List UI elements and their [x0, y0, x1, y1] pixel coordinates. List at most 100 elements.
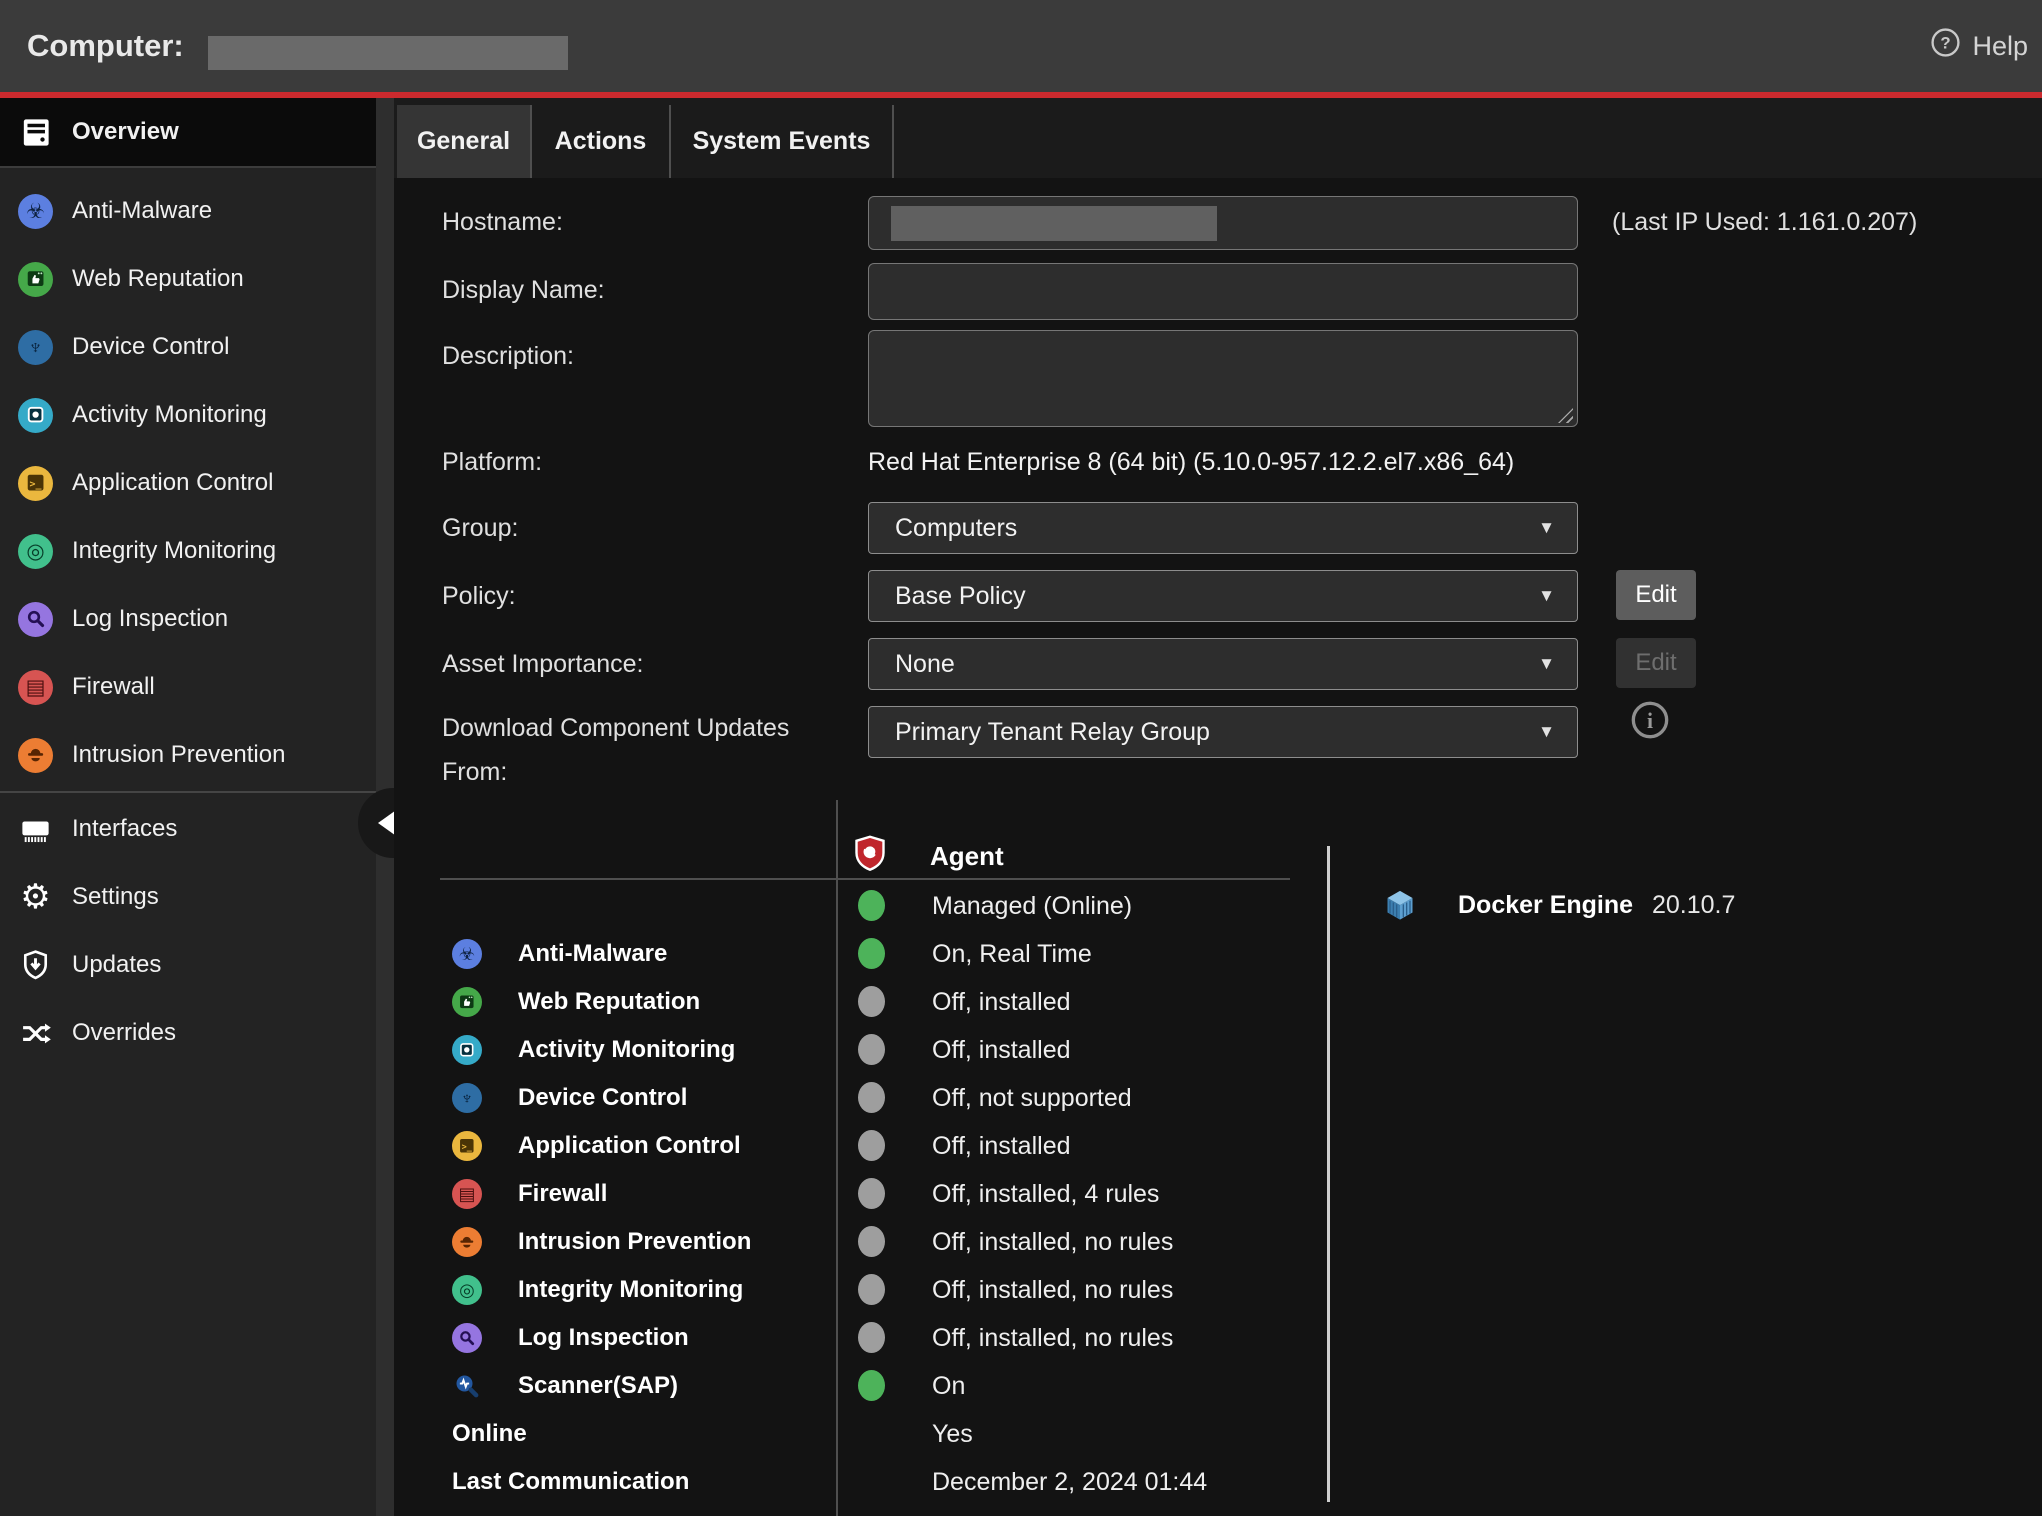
status-value: December 2, 2024 01:44 — [932, 1458, 1207, 1506]
status-dot-gray — [858, 1322, 885, 1353]
status-value: Off, installed — [932, 1122, 1071, 1170]
display-name-label: Display Name: — [442, 276, 605, 305]
integrity-monitoring-icon: ◎ — [452, 1275, 482, 1305]
sidebar-item-log-inspection[interactable]: Log Inspection — [0, 585, 376, 653]
status-dot-green — [858, 1370, 885, 1401]
sidebar-item-updates[interactable]: Updates — [0, 931, 376, 999]
sidebar-item-label: Anti-Malware — [72, 197, 212, 225]
info-icon[interactable]: i — [1630, 700, 1670, 740]
group-select[interactable]: Computers ▼ — [868, 502, 1578, 554]
sidebar-item-overview[interactable]: Overview — [0, 98, 376, 168]
sidebar-item-anti-malware[interactable]: ☣ Anti-Malware — [0, 177, 376, 245]
sidebar-item-intrusion-prevention[interactable]: Intrusion Prevention — [0, 721, 376, 789]
agent-status-row-scanner-sap: Scanner(SAP)On — [394, 1362, 1327, 1410]
module-label: Scanner(SAP) — [518, 1362, 678, 1410]
docker-engine-version: 20.10.7 — [1652, 888, 1735, 922]
sidebar-item-label: Overview — [72, 118, 179, 146]
module-label: Last Communication — [452, 1458, 689, 1506]
computer-details-window: Computer: ? Help Overview☣Anti-MalwareWe… — [0, 0, 2042, 1516]
sidebar-item-label: Settings — [72, 883, 159, 911]
group-label: Group: — [442, 514, 518, 543]
general-tab-content: Hostname: (Last IP Used: 1.161.0.207) Di… — [394, 178, 2042, 1516]
svg-text:i: i — [1647, 709, 1653, 733]
last-ip-used: (Last IP Used: 1.161.0.207) — [1612, 208, 1917, 237]
edit-policy-button[interactable]: Edit — [1616, 570, 1696, 620]
agent-status-row-activity-monitoring: Activity MonitoringOff, installed — [394, 1026, 1327, 1074]
status-dot-gray — [858, 986, 885, 1017]
status-value: Managed (Online) — [932, 882, 1132, 930]
status-value: Off, installed, 4 rules — [932, 1170, 1159, 1218]
agent-status-row-intrusion-prevention: Intrusion PreventionOff, installed, no r… — [394, 1218, 1327, 1266]
module-label: Intrusion Prevention — [518, 1218, 751, 1266]
status-value: Off, installed — [932, 978, 1071, 1026]
agent-column-header: Agent — [930, 840, 1004, 872]
anti-malware-icon: ☣ — [18, 194, 53, 229]
log-inspection-icon — [18, 602, 53, 637]
anti-malware-icon: ☣ — [452, 939, 482, 969]
status-value: Off, installed — [932, 1026, 1071, 1074]
display-name-input[interactable] — [868, 263, 1578, 320]
firewall-icon: ▤ — [18, 670, 53, 705]
device-control-icon: ♆ — [452, 1083, 482, 1113]
description-input[interactable] — [868, 330, 1578, 427]
firewall-icon: ▤ — [452, 1179, 482, 1209]
status-dot-gray — [858, 1274, 885, 1305]
sidebar-item-overrides[interactable]: Overrides — [0, 999, 376, 1067]
hostname-input[interactable] — [868, 196, 1578, 250]
sidebar-item-integrity-monitoring[interactable]: ◎Integrity Monitoring — [0, 517, 376, 585]
overview-icon — [18, 115, 53, 150]
log-inspection-icon — [452, 1323, 482, 1353]
status-dot-gray — [858, 1178, 885, 1209]
asset-importance-select[interactable]: None ▼ — [868, 638, 1578, 690]
sidebar-item-label: Integrity Monitoring — [72, 537, 276, 565]
status-value: Off, installed, no rules — [932, 1314, 1173, 1362]
sidebar-item-interfaces[interactable]: Interfaces — [0, 795, 376, 863]
sidebar-item-settings[interactable]: ⚙ Settings — [0, 863, 376, 931]
agent-header-divider — [440, 878, 1290, 880]
group-value: Computers — [895, 514, 1017, 543]
sidebar-item-application-control[interactable]: >_Application Control — [0, 449, 376, 517]
sidebar-item-label: Log Inspection — [72, 605, 228, 633]
web-reputation-icon — [452, 987, 482, 1017]
sidebar: Overview ☣ Anti-Malware Web Reputation♆Devi… — [0, 98, 376, 1516]
module-label: Integrity Monitoring — [518, 1266, 743, 1314]
status-value: Off, installed, no rules — [932, 1266, 1173, 1314]
sidebar-item-firewall[interactable]: ▤Firewall — [0, 653, 376, 721]
asset-importance-label: Asset Importance: — [442, 650, 643, 679]
settings-icon: ⚙ — [18, 880, 53, 915]
asset-importance-value: None — [895, 650, 955, 679]
status-dot-gray — [858, 1130, 885, 1161]
status-dot-gray — [858, 1082, 885, 1113]
tab-general[interactable]: General — [397, 105, 532, 178]
edit-asset-importance-button-disabled[interactable]: Edit — [1616, 638, 1696, 688]
module-label: Online — [452, 1410, 527, 1458]
sidebar-item-device-control[interactable]: ♆Device Control — [0, 313, 376, 381]
activity-monitoring-icon — [452, 1035, 482, 1065]
sidebar-item-web-reputation[interactable]: Web Reputation — [0, 245, 376, 313]
module-label: Application Control — [518, 1122, 741, 1170]
agent-status-row-integrity-monitoring: ◎ Integrity Monitoring Off, installed, no … — [394, 1266, 1327, 1314]
updates-icon — [18, 948, 53, 983]
chevron-down-icon: ▼ — [1538, 654, 1555, 674]
policy-select[interactable]: Base Policy ▼ — [868, 570, 1578, 622]
svg-text:>_: >_ — [462, 1143, 473, 1153]
web-reputation-icon — [18, 262, 53, 297]
tab-actions[interactable]: Actions — [532, 105, 671, 178]
sidebar-item-label: Overrides — [72, 1019, 176, 1047]
download-updates-label: Download Component Updates From: — [442, 706, 789, 794]
policy-label: Policy: — [442, 582, 516, 611]
docker-column-divider — [1327, 846, 1330, 1502]
svg-text:>_: >_ — [29, 479, 41, 490]
application-control-icon: >_ — [452, 1131, 482, 1161]
agent-status-row-managed-online: Managed (Online) — [394, 882, 1327, 930]
sidebar-item-activity-monitoring[interactable]: Activity Monitoring — [0, 381, 376, 449]
platform-label: Platform: — [442, 448, 542, 477]
sidebar-item-label: Activity Monitoring — [72, 401, 267, 429]
trend-micro-shield-icon — [852, 832, 888, 876]
module-label: Firewall — [518, 1170, 607, 1218]
description-label: Description: — [442, 342, 574, 371]
agent-status-row-application-control: >_ Application Control Off, installed — [394, 1122, 1327, 1170]
relay-group-select[interactable]: Primary Tenant Relay Group ▼ — [868, 706, 1578, 758]
help-button[interactable]: ? Help — [1930, 0, 2028, 92]
tab-system-events[interactable]: System Events — [671, 105, 894, 178]
